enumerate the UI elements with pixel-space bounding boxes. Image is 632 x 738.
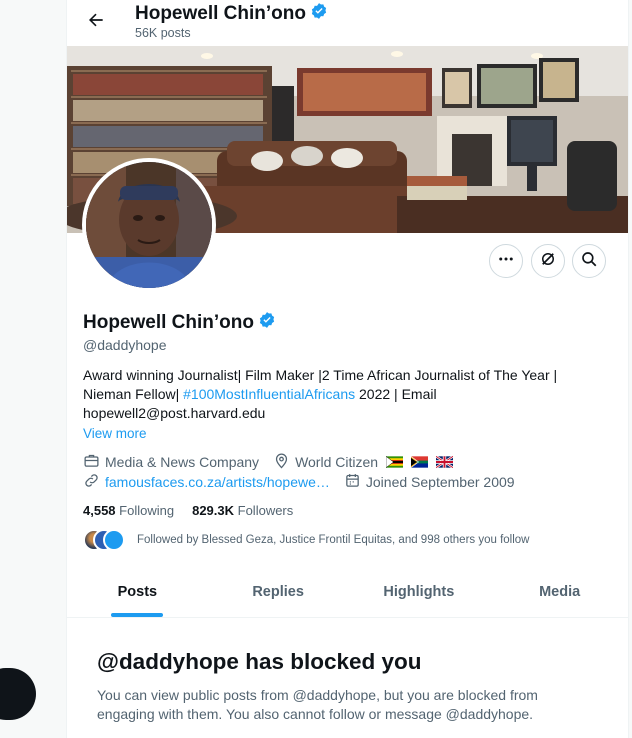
profile-handle: @daddyhope — [83, 337, 167, 353]
top-bar: Hopewell Chin’ono 56K posts — [67, 0, 628, 46]
profile-name: Hopewell Chin’ono — [83, 311, 276, 335]
blocked-title: @daddyhope has blocked you — [97, 649, 422, 674]
location-text: World Citizen — [295, 454, 379, 470]
category-item: Media & News Company — [83, 452, 259, 472]
profile-meta-row-2: famousfaces.co.za/artists/hopewe… Joined… — [83, 472, 515, 492]
display-name: Hopewell Chin’ono — [83, 312, 254, 333]
tab-highlights[interactable]: Highlights — [349, 566, 490, 617]
arrow-left-icon — [86, 10, 106, 35]
location-pin-icon — [273, 452, 290, 472]
verified-badge-icon[interactable] — [258, 311, 276, 335]
uk-flag-icon — [436, 456, 454, 468]
joined-item: Joined September 2009 — [344, 472, 515, 492]
south-africa-flag-icon — [411, 456, 429, 468]
bio-hashtag-link[interactable]: #100MostInfluentialAfricans — [183, 386, 355, 402]
followers-label: Followers — [237, 503, 294, 518]
following-count: 4,558 — [83, 503, 116, 518]
follow-stats: 4,558 Following 829.3K Followers — [83, 503, 293, 518]
zimbabwe-flag-icon — [386, 456, 404, 468]
profile-meta-row: Media & News Company World Citizen — [83, 452, 454, 472]
website-item: famousfaces.co.za/artists/hopewe… — [83, 472, 330, 492]
followers-count: 829.3K — [192, 503, 235, 518]
follower-avatar — [103, 529, 125, 551]
post-count: 56K posts — [135, 26, 191, 40]
tab-replies[interactable]: Replies — [208, 566, 349, 617]
website-link[interactable]: famousfaces.co.za/artists/hopewe… — [105, 474, 330, 490]
followed-by-row[interactable]: Followed by Blessed Geza, Justice Fronti… — [83, 529, 529, 551]
more-dots-icon — [497, 250, 515, 273]
back-button[interactable] — [79, 5, 113, 39]
following-link[interactable]: 4,558 Following — [83, 503, 174, 518]
blocked-description: You can view public posts from @daddyhop… — [97, 687, 538, 722]
verified-badge-icon — [310, 2, 328, 26]
calendar-icon — [344, 472, 361, 492]
joined-text: Joined September 2009 — [365, 474, 515, 490]
category-text: Media & News Company — [105, 454, 260, 470]
header-title: Hopewell Chin’ono — [135, 2, 328, 26]
tab-media[interactable]: Media — [489, 566, 628, 617]
grok-icon — [539, 250, 557, 273]
view-more-link[interactable]: View more — [83, 426, 147, 441]
profile-avatar[interactable] — [82, 158, 216, 292]
location-item: World Citizen — [273, 452, 454, 472]
tab-posts[interactable]: Posts — [67, 566, 208, 617]
followers-link[interactable]: 829.3K Followers — [192, 503, 293, 518]
following-label: Following — [119, 503, 175, 518]
link-icon — [83, 472, 100, 492]
search-icon — [580, 250, 598, 273]
followed-by-text: Followed by Blessed Geza, Justice Fronti… — [137, 534, 530, 546]
profile-column: Hopewell Chin’ono 56K posts Hopewell Chi… — [66, 0, 629, 738]
follower-avatars — [83, 529, 127, 551]
profile-bio: Award winning Journalist| Film Maker |2 … — [83, 366, 593, 423]
search-profile-button[interactable] — [572, 244, 606, 278]
briefcase-icon — [83, 452, 100, 472]
header-name: Hopewell Chin’ono — [135, 3, 306, 24]
floating-action-pill[interactable] — [0, 668, 36, 720]
profile-tabs: Posts Replies Highlights Media — [67, 566, 628, 618]
more-options-button[interactable] — [489, 244, 523, 278]
grok-button[interactable] — [531, 244, 565, 278]
